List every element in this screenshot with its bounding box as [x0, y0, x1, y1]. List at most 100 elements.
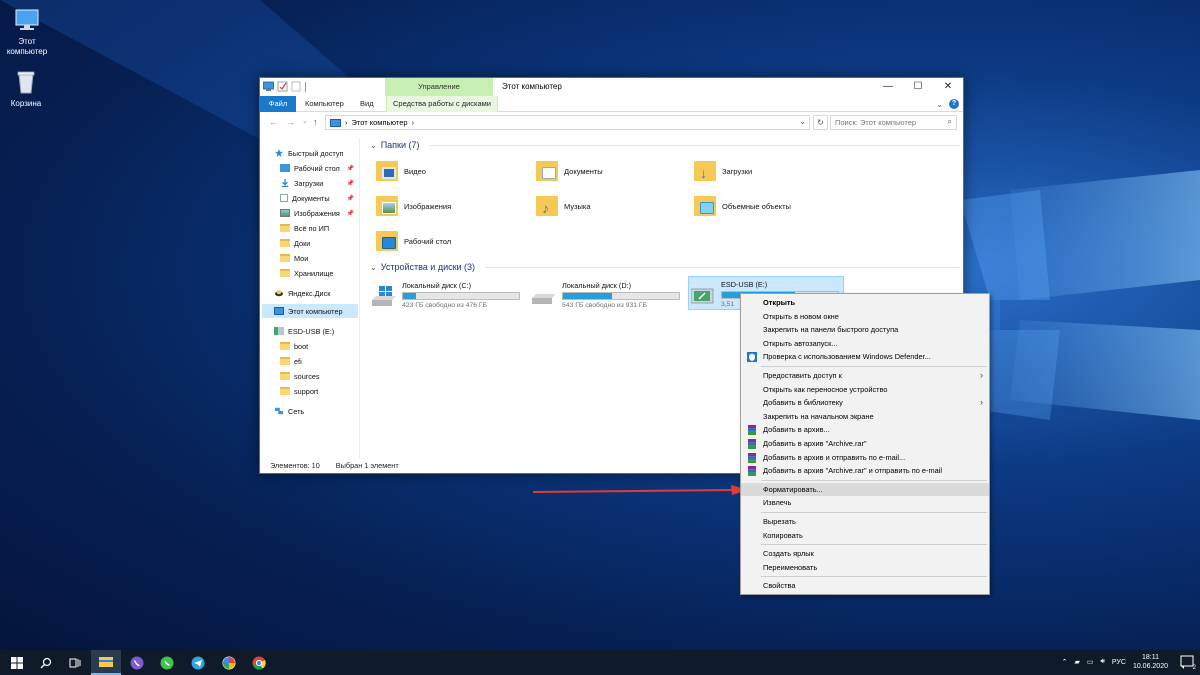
taskbar-pinwheel-app[interactable] [214, 650, 244, 675]
expand-ribbon-icon[interactable]: ⌄ [936, 100, 943, 109]
menu-item[interactable]: Вырезать [741, 515, 989, 529]
show-hidden-icons-icon[interactable]: ⌃ [1062, 658, 1068, 666]
usb-drive-icon [274, 327, 284, 335]
chevron-down-icon: ⌄ [370, 262, 377, 272]
menu-item[interactable]: Открыть автозапуск... [741, 337, 989, 351]
tab-disk-tools[interactable]: Средства работы с дисками [386, 96, 498, 112]
menu-item[interactable]: Открыть [741, 296, 989, 310]
nav-item-downloads[interactable]: Загрузки 📌 [280, 176, 358, 190]
taskbar-search-button[interactable] [31, 650, 61, 675]
taskbar-app-icon[interactable]: ▰ [1074, 658, 1079, 666]
folder-tile-music[interactable]: ♪ Музыка [536, 191, 686, 221]
nav-item-pictures[interactable]: Изображения 📌 [280, 206, 358, 220]
nav-item-network[interactable]: Сеть [274, 404, 358, 418]
menu-item[interactable]: Добавить в архив... [741, 423, 989, 437]
annotation-arrow [533, 485, 748, 495]
up-arrow-icon[interactable]: ↑ [313, 117, 318, 127]
folder-icon [280, 269, 290, 277]
nav-item-documents[interactable]: Документы 📌 [280, 191, 358, 205]
item-count: Элементов: 10 [270, 461, 320, 470]
desktop-icon-recycle-bin[interactable]: Корзина [0, 68, 53, 109]
menu-item[interactable]: Свойства [741, 579, 989, 593]
taskbar-whatsapp[interactable] [152, 650, 182, 675]
desktop-icon-this-pc[interactable]: Этот компьютер [0, 6, 54, 57]
tab-view[interactable]: Вид [354, 96, 380, 112]
taskbar-viber[interactable] [122, 650, 152, 675]
menu-item[interactable]: Добавить в архив "Archive.rar" [741, 437, 989, 451]
menu-item[interactable]: Закрепить на начальном экране [741, 410, 989, 424]
folder-tile-video[interactable]: Видео [376, 156, 526, 186]
new-folder-icon[interactable] [291, 81, 302, 92]
nav-item-folder[interactable]: boot [280, 339, 358, 353]
tab-computer[interactable]: Компьютер [299, 96, 350, 112]
drive-tile-c[interactable]: Локальный диск (C:) 423 ГБ свободно из 4… [370, 278, 526, 312]
refresh-button[interactable]: ↻ [813, 115, 828, 130]
chevron-down-icon[interactable]: ⌄ [799, 117, 806, 126]
group-divider [429, 144, 960, 146]
context-menu: Открыть Открыть в новом окне Закрепить на … [740, 293, 990, 595]
nav-item-folder[interactable]: Всё по ИП [280, 221, 358, 235]
folder-tile-3d-objects[interactable]: Объемные объекты [694, 191, 844, 221]
nav-item-folder[interactable]: efi [280, 354, 358, 368]
menu-item[interactable]: Открыть в новом окне [741, 310, 989, 324]
start-button[interactable] [2, 650, 32, 675]
nav-item-folder[interactable]: Хранилище [280, 266, 358, 280]
winrar-icon [748, 438, 756, 449]
nav-item-desktop[interactable]: Рабочий стол 📌 [280, 161, 358, 175]
nav-item-folder[interactable]: sources [280, 369, 358, 383]
nav-item-folder[interactable]: Мои [280, 251, 358, 265]
group-header-drives[interactable]: ⌄ Устройства и диски (3) [370, 262, 960, 272]
viber-icon [130, 656, 144, 669]
address-field[interactable]: › Этот компьютер › ⌄ [325, 115, 810, 130]
drive-free-space: 423 ГБ свободно из 476 ГБ [402, 302, 488, 309]
menu-item[interactable]: Добавить в архив и отправить по e-mail..… [741, 451, 989, 465]
back-arrow-icon[interactable]: ← [269, 117, 278, 127]
nav-item-this-pc[interactable]: Этот компьютер [262, 304, 358, 318]
folder-tile-pictures[interactable]: Изображения [376, 191, 526, 221]
menu-item[interactable]: Извлечь [741, 496, 989, 510]
drive-tile-d[interactable]: Локальный диск (D:) 543 ГБ свободно из 9… [530, 278, 686, 312]
help-icon[interactable]: ? [949, 99, 959, 109]
properties-icon[interactable] [277, 81, 288, 92]
menu-item[interactable]: Закрепить на панели быстрого доступа [741, 323, 989, 337]
network-icon[interactable]: ▭ [1087, 658, 1094, 666]
menu-item[interactable]: Открыть как переносное устройство [741, 383, 989, 397]
language-indicator[interactable]: РУС [1112, 659, 1126, 666]
search-input[interactable]: Поиск: Этот компьютер ⌕ [830, 115, 957, 130]
tab-file[interactable]: Файл [260, 96, 296, 112]
menu-item[interactable]: Предоставить доступ к › [741, 369, 989, 383]
menu-item[interactable]: Форматировать... [741, 482, 989, 497]
menu-item-label: Добавить в архив "Archive.rar" и отправи… [763, 466, 943, 476]
taskbar-telegram[interactable] [183, 650, 213, 675]
menu-item[interactable]: Создать ярлык [741, 547, 989, 561]
folder-tile-downloads[interactable]: ↓ Загрузки [694, 156, 844, 186]
menu-item[interactable]: Добавить в библиотеку › [741, 396, 989, 410]
task-view-button[interactable] [60, 650, 90, 675]
nav-item-usb-drive[interactable]: ESD-USB (E:) [274, 324, 358, 338]
maximize-button[interactable]: ☐ [903, 78, 933, 96]
minimize-button[interactable]: — [873, 78, 903, 96]
group-header-folders[interactable]: ⌄ Папки (7) [370, 140, 960, 150]
clock[interactable]: 18:11 10.06.2020 [1133, 653, 1168, 671]
folder-tile-documents[interactable]: Документы [536, 156, 686, 186]
breadcrumb[interactable]: Этот компьютер [352, 118, 408, 127]
menu-item[interactable]: Копировать [741, 529, 989, 543]
nav-item-quick-access[interactable]: Быстрый доступ [274, 146, 374, 160]
menu-item-label: Открыть в новом окне [763, 311, 839, 321]
notification-center-button[interactable]: 2 [1180, 655, 1196, 671]
volume-icon[interactable]: 🔊︎ [1101, 658, 1105, 666]
folder-tile-desktop[interactable]: Рабочий стол [376, 226, 526, 256]
menu-item[interactable]: Добавить в архив "Archive.rar" и отправи… [741, 464, 989, 478]
nav-item-folder[interactable]: Доки [280, 236, 358, 250]
close-button[interactable]: ✕ [933, 78, 963, 96]
recent-locations-icon[interactable]: ⌄ [302, 117, 308, 125]
nav-item-yandex-disk[interactable]: Яндекс.Диск [274, 286, 358, 300]
forward-arrow-icon[interactable]: → [286, 117, 295, 127]
nav-item-folder[interactable]: support [280, 384, 358, 398]
taskbar-file-explorer[interactable] [91, 650, 121, 675]
taskbar-chrome[interactable] [244, 650, 274, 675]
title-bar[interactable]: Управление Этот компьютер — ☐ ✕ [260, 78, 963, 96]
menu-item[interactable]: Проверка с использованием Windows Defend… [741, 350, 989, 364]
menu-item[interactable]: Переименовать [741, 561, 989, 575]
menu-separator [761, 479, 987, 481]
